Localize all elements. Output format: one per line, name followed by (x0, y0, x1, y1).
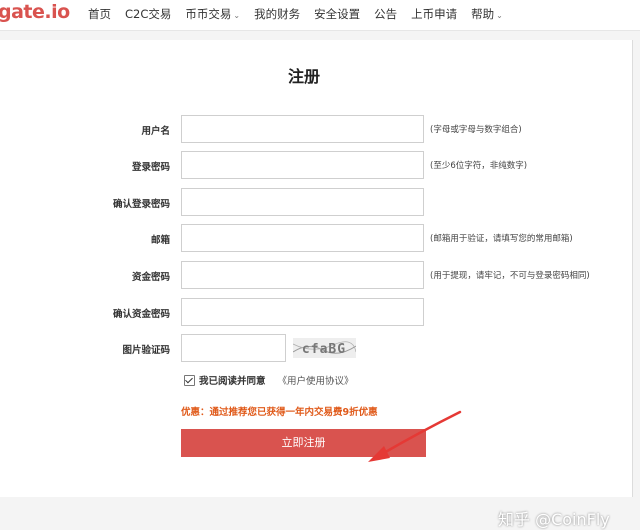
email-input[interactable] (181, 224, 424, 252)
username-label: 用户名 (141, 126, 170, 137)
captcha-image[interactable]: cfaBG (293, 338, 356, 358)
captcha-code: cfaBG (302, 342, 346, 357)
page-title: 注册 (287, 67, 320, 86)
main-nav: 首页 C2C交易 币币交易 ⌄ 我的财务 安全设置 公告 上币申请 帮助 ⌄ (88, 0, 517, 30)
fund-password-hint: (用于提现，请牢记，不可与登录密码相同) (430, 271, 590, 281)
captcha-label: 图片验证码 (122, 345, 170, 356)
password-input[interactable] (181, 151, 424, 179)
nav-listing-application[interactable]: 上币申请 (411, 0, 457, 30)
gate-logo[interactable]: gate.io (0, 1, 70, 23)
register-panel: 注册 用户名 (字母或字母与数字组合) 登录密码 (至少6位字符，非纯数字) 确… (0, 40, 633, 529)
confirm-password-input[interactable] (181, 188, 424, 216)
confirm-password-label: 确认登录密码 (112, 199, 170, 210)
captcha-input[interactable] (181, 334, 286, 362)
annotation-arrow-icon (368, 410, 462, 462)
agree-checkbox[interactable] (184, 374, 195, 386)
agree-label: 我已阅读并同意 (199, 376, 266, 387)
nav-announcements[interactable]: 公告 (374, 0, 397, 30)
nav-home[interactable]: 首页 (88, 0, 111, 30)
confirm-fund-password-input[interactable] (181, 298, 424, 326)
chevron-down-icon: ⌄ (233, 11, 241, 20)
chevron-down-icon: ⌄ (496, 11, 503, 20)
watermark: 知乎 @CoinFly (498, 510, 610, 529)
email-hint: (邮箱用于验证，请填写您的常用邮箱) (430, 234, 573, 244)
nav-c2c[interactable]: C2C交易 (125, 0, 171, 30)
fund-password-label: 资金密码 (131, 272, 170, 283)
fund-password-input[interactable] (181, 261, 424, 289)
user-agreement-link[interactable]: 《用户使用协议》 (278, 373, 354, 387)
nav-spot-trading[interactable]: 币币交易 ⌄ (185, 0, 240, 30)
nav-my-finance[interactable]: 我的财务 (254, 0, 300, 30)
promo-message: 优惠：通过推荐您已获得一年内交易费9折优惠 (181, 407, 378, 418)
nav-security[interactable]: 安全设置 (314, 0, 360, 30)
username-hint: (字母或字母与数字组合) (430, 125, 522, 135)
agreement-row: 我已阅读并同意 《用户使用协议》 (184, 373, 354, 387)
confirm-fund-password-label: 确认资金密码 (112, 309, 170, 320)
top-navigation-bar: gate.io 首页 C2C交易 币币交易 ⌄ 我的财务 安全设置 公告 上币申请… (0, 0, 640, 31)
username-input[interactable] (181, 115, 424, 143)
email-label: 邮箱 (150, 235, 170, 246)
nav-help[interactable]: 帮助 ⌄ (471, 0, 503, 30)
password-label: 登录密码 (131, 162, 170, 173)
password-hint: (至少6位字符，非纯数字) (430, 161, 528, 171)
